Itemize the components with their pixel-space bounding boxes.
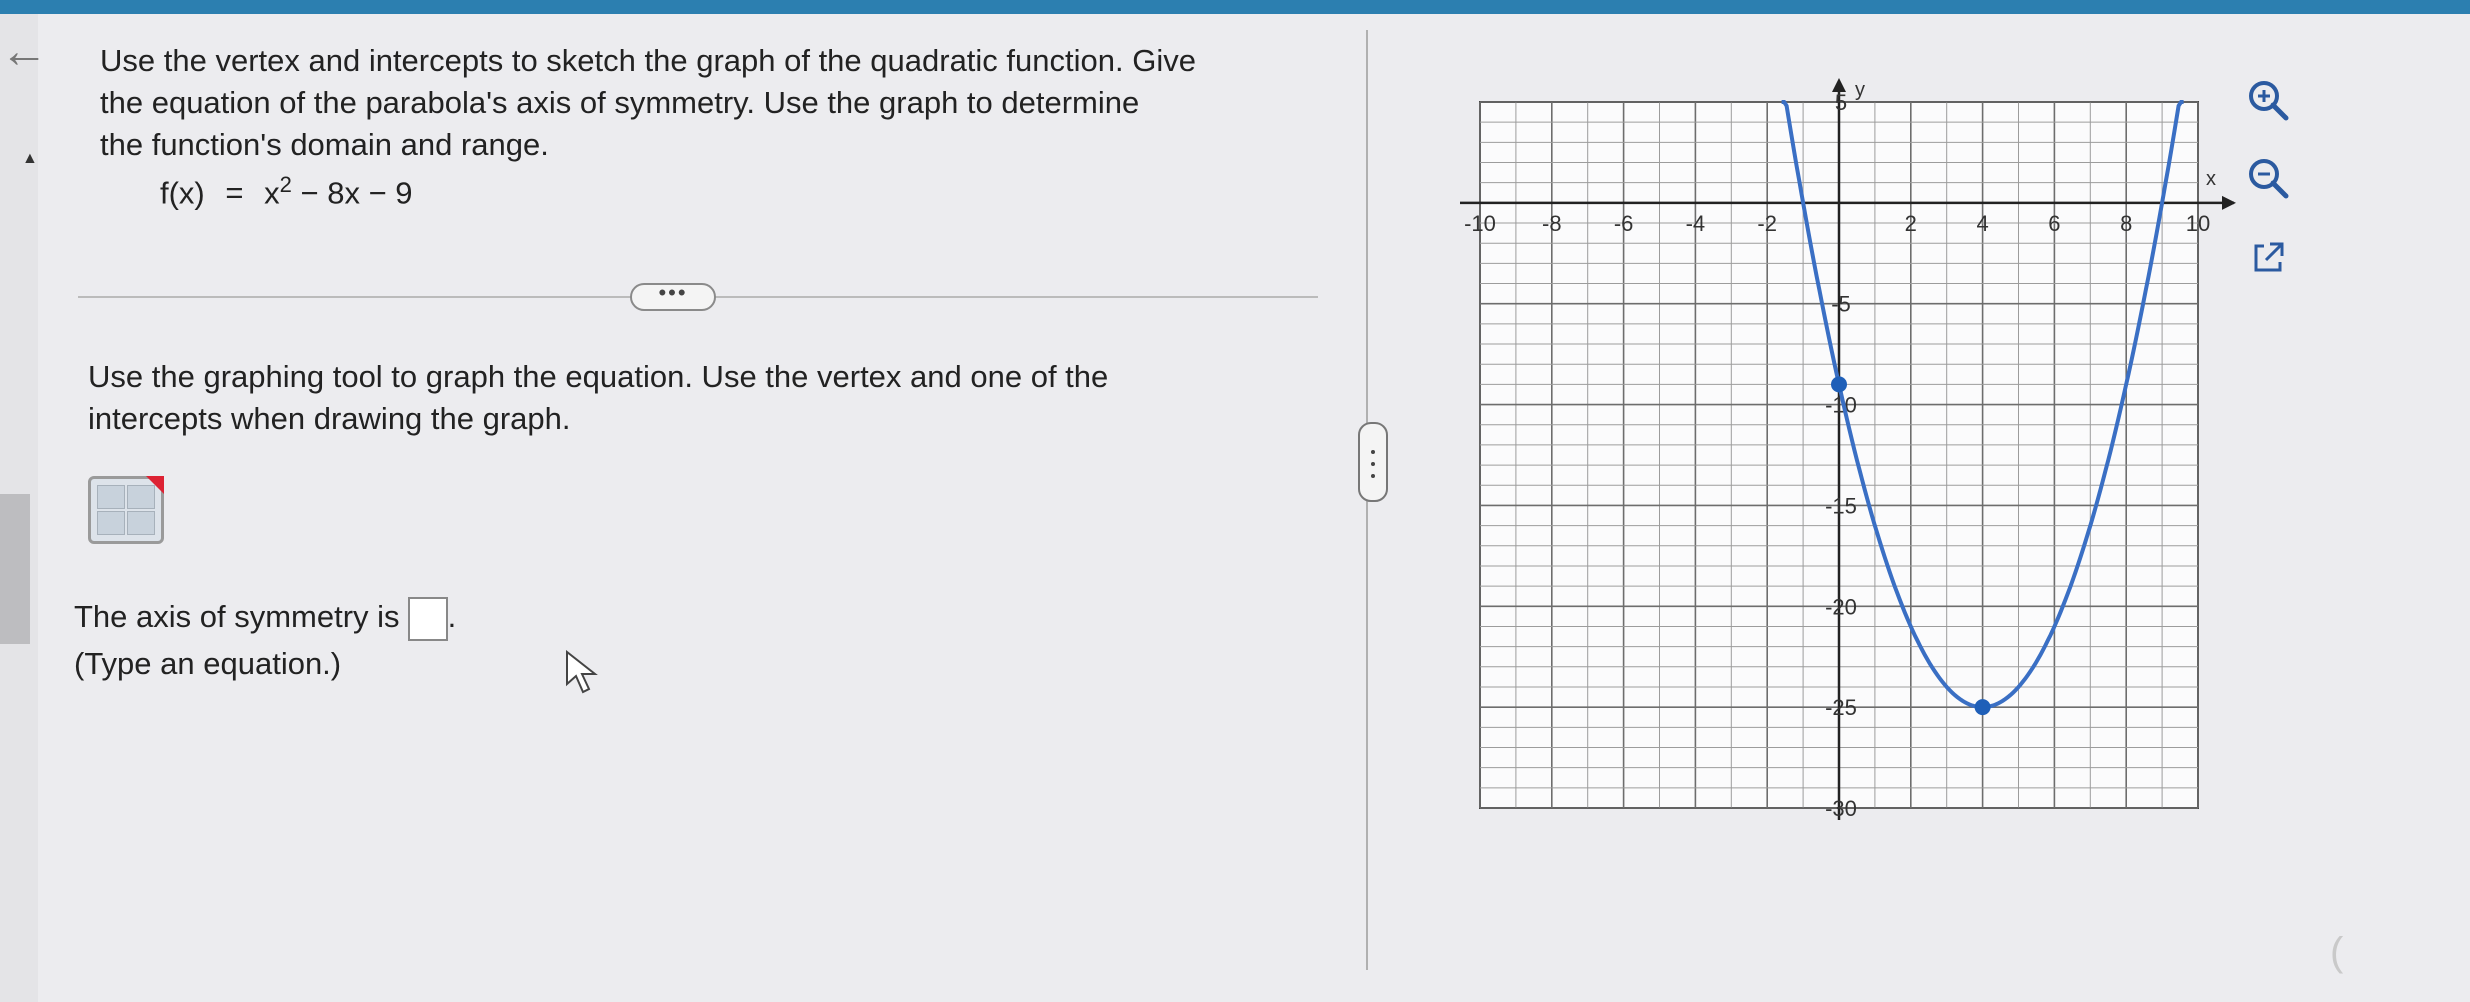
x-tick-label: 6: [2048, 211, 2060, 236]
axis-suffix: .: [447, 599, 457, 634]
axis-of-symmetry-question: The axis of symmetry is. (Type an equati…: [74, 594, 456, 687]
axis-hint: (Type an equation.): [74, 645, 342, 681]
plotted-point: [1974, 699, 1991, 716]
y-tick-label: -15: [1825, 493, 1857, 518]
decorative-smudge: (: [2330, 930, 2344, 974]
zoom-in-icon[interactable]: [2240, 72, 2296, 128]
formula-base: x: [264, 175, 280, 211]
top-accent-bar: [0, 0, 2470, 14]
question-line: the equation of the parabola's axis of s…: [100, 85, 1140, 120]
left-scrollbar[interactable]: [0, 494, 30, 644]
y-tick-label: -25: [1825, 695, 1857, 720]
instruction-line: intercepts when drawing the graph.: [88, 401, 571, 436]
x-tick-label: -2: [1757, 211, 1777, 236]
graph-panel[interactable]: x y -10 -8 -6 -4 -2 2 4 6 8 10 5 -5 -10 -15 -20 -25 -30: [1400, 60, 2250, 835]
x-tick-label: 8: [2120, 211, 2132, 236]
graph-svg[interactable]: xy-10 -8 -6 -4 -2 2 4 6 8 105-5-10-15-20-25-30: [1400, 60, 2250, 830]
y-tick-label: -30: [1825, 796, 1857, 821]
mouse-cursor-icon: [566, 650, 598, 694]
formula-equals: =: [225, 175, 244, 211]
formula-exponent: 2: [279, 172, 292, 197]
axis-prefix: The axis of symmetry is: [74, 599, 400, 634]
y-tick-label: -5: [1831, 292, 1851, 317]
x-axis-label: x: [2206, 168, 2216, 190]
x-tick-label: -8: [1542, 211, 1562, 236]
formula-lhs: f(x): [160, 175, 205, 211]
plotted-point: [1831, 376, 1847, 393]
formula-rest: − 8x − 9: [300, 175, 413, 211]
collapse-up-icon[interactable]: ▲: [22, 150, 38, 168]
graphing-tool-icon[interactable]: [88, 476, 164, 544]
x-tick-label: -4: [1686, 211, 1706, 236]
question-line: the function's domain and range.: [100, 127, 549, 162]
x-tick-label: 2: [1905, 211, 1917, 236]
x-tick-label: -10: [1464, 211, 1496, 236]
back-arrow-icon[interactable]: ←: [0, 28, 48, 76]
x-tick-label: 10: [2186, 211, 2210, 236]
panel-resize-handle[interactable]: [1358, 422, 1388, 502]
y-tick-label: -20: [1825, 594, 1857, 619]
function-formula: f(x) = x2 − 8x − 9: [160, 172, 413, 211]
instruction-line: Use the graphing tool to graph the equat…: [88, 359, 1109, 394]
question-line: Use the vertex and intercepts to sketch …: [100, 43, 1196, 78]
x-tick-label: -6: [1614, 211, 1634, 236]
instruction-text: Use the graphing tool to graph the equat…: [88, 356, 1238, 440]
x-tick-label: 4: [1976, 211, 1988, 236]
popout-icon[interactable]: [2240, 230, 2296, 286]
zoom-out-icon[interactable]: [2240, 150, 2296, 206]
y-axis-label: y: [1855, 79, 1865, 101]
question-text: Use the vertex and intercepts to sketch …: [100, 40, 1300, 166]
expand-more-button[interactable]: •••: [630, 282, 716, 311]
x-axis-arrow: [2222, 195, 2236, 210]
y-tick-label: 5: [1835, 90, 1847, 115]
axis-answer-input[interactable]: [407, 596, 448, 641]
